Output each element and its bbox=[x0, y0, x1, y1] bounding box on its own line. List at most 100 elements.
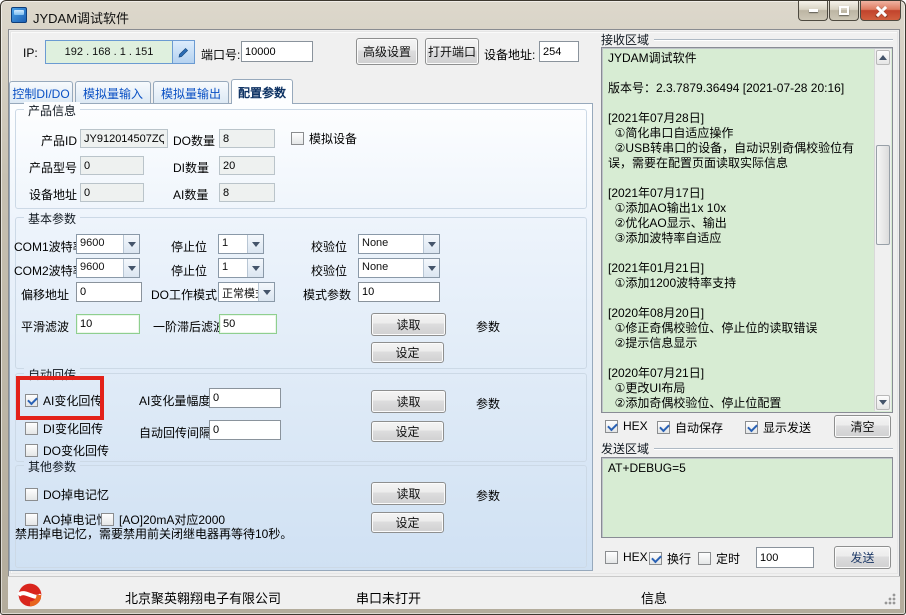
chevron-down-icon[interactable] bbox=[423, 259, 439, 277]
scroll-down-button[interactable] bbox=[876, 395, 890, 410]
highlight-box bbox=[16, 376, 104, 420]
receive-textarea[interactable]: JYDAM调试软件 版本号：2.3.7879.36494 [2021-07-28… bbox=[601, 47, 893, 413]
tab-analog-output[interactable]: 模拟量输出 bbox=[153, 81, 229, 104]
memory-hint-text: 禁用掉电记忆，需要禁用前关闭继电器再等待10秒。 bbox=[15, 525, 292, 542]
checkbox-box bbox=[657, 421, 670, 434]
scroll-up-button[interactable] bbox=[876, 50, 890, 65]
close-icon bbox=[875, 5, 887, 17]
open-port-button[interactable]: 打开端口 bbox=[425, 38, 479, 65]
basic-params-word: 参数 bbox=[476, 318, 500, 335]
stop-bit2-select[interactable]: 1 bbox=[218, 258, 264, 278]
smooth-filter-label: 平滑滤波 bbox=[21, 318, 69, 335]
checkbox-box bbox=[605, 420, 618, 433]
parity1-select[interactable]: None bbox=[358, 234, 440, 254]
do-mode-select[interactable]: 正常模式 bbox=[218, 282, 275, 302]
lag-filter-input[interactable] bbox=[219, 314, 277, 334]
model-input[interactable] bbox=[80, 156, 144, 175]
ai-count-label: AI数量 bbox=[173, 186, 208, 203]
smooth-filter-input[interactable] bbox=[76, 314, 140, 334]
stop-bit1-select[interactable]: 1 bbox=[218, 234, 264, 254]
auto-report-params-word: 参数 bbox=[476, 395, 500, 412]
basic-read-button[interactable]: 读取 bbox=[371, 313, 446, 336]
tab-analog-input[interactable]: 模拟量输入 bbox=[75, 81, 151, 104]
send-hex-checkbox[interactable]: HEX bbox=[605, 550, 648, 564]
tab-control-dido[interactable]: 控制DI/DO bbox=[9, 81, 73, 104]
stop-bit2-label: 停止位 bbox=[171, 262, 207, 279]
com1-baud-label: COM1波特率 bbox=[14, 238, 85, 255]
do-memory-checkbox[interactable]: DO掉电记忆 bbox=[25, 486, 109, 503]
other-set-button[interactable]: 设定 bbox=[371, 512, 444, 533]
maximize-button[interactable] bbox=[829, 1, 859, 21]
send-button[interactable]: 发送 bbox=[834, 546, 891, 569]
product-id-input[interactable] bbox=[80, 129, 168, 148]
parity2-select[interactable]: None bbox=[358, 258, 440, 278]
analog-device-checkbox[interactable]: 模拟设备 bbox=[291, 130, 357, 147]
app-icon[interactable] bbox=[11, 7, 27, 23]
titlebar[interactable]: JYDAM调试软件 bbox=[1, 1, 906, 29]
ip-value[interactable]: 192 . 168 . 1 . 151 bbox=[46, 41, 172, 63]
chevron-down-icon[interactable] bbox=[123, 259, 139, 277]
mode-param-input[interactable] bbox=[358, 282, 440, 302]
timer-interval-input[interactable] bbox=[756, 547, 814, 568]
device-address-input[interactable] bbox=[539, 41, 579, 62]
other-params-word: 参数 bbox=[476, 487, 500, 504]
parity2-label: 校验位 bbox=[311, 262, 347, 279]
ai-delta-input[interactable] bbox=[209, 388, 281, 408]
close-button[interactable] bbox=[860, 1, 901, 21]
auto-report-read-button[interactable]: 读取 bbox=[371, 390, 446, 413]
receive-scrollbar[interactable] bbox=[874, 49, 891, 411]
checkbox-box bbox=[745, 421, 758, 434]
chevron-down-icon[interactable] bbox=[123, 235, 139, 253]
ip-edit-button[interactable] bbox=[172, 41, 194, 63]
stop-bit1-label: 停止位 bbox=[171, 238, 207, 255]
parity1-label: 校验位 bbox=[311, 238, 347, 255]
app-window: JYDAM调试软件 IP: 192 . 168 . 1 . 151 端口号: 高… bbox=[0, 0, 906, 615]
advanced-settings-button[interactable]: 高级设置 bbox=[356, 38, 418, 65]
ip-label: IP: bbox=[23, 46, 38, 60]
chevron-down-icon[interactable] bbox=[258, 283, 274, 301]
minimize-icon bbox=[809, 9, 818, 12]
show-send-checkbox[interactable]: 显示发送 bbox=[745, 419, 811, 436]
device-addr-input[interactable] bbox=[80, 183, 144, 202]
checkbox-box bbox=[25, 422, 38, 435]
com2-baud-select[interactable]: 9600 bbox=[76, 258, 140, 278]
tab-config-params[interactable]: 配置参数 bbox=[231, 79, 293, 104]
port-input[interactable] bbox=[241, 41, 313, 62]
do-count-input[interactable] bbox=[219, 129, 275, 148]
report-interval-input[interactable] bbox=[209, 420, 281, 440]
timer-checkbox[interactable]: 定时 bbox=[698, 550, 740, 567]
checkbox-box bbox=[605, 551, 618, 564]
maximize-icon bbox=[839, 6, 849, 15]
receive-hex-checkbox[interactable]: HEX bbox=[605, 419, 648, 433]
clear-button[interactable]: 清空 bbox=[834, 415, 891, 438]
checkbox-box bbox=[698, 552, 711, 565]
auto-report-set-button[interactable]: 设定 bbox=[371, 421, 444, 442]
chevron-down-icon[interactable] bbox=[247, 235, 263, 253]
chevron-down-icon[interactable] bbox=[247, 259, 263, 277]
resize-grip[interactable] bbox=[883, 592, 896, 605]
device-address-label: 设备地址: bbox=[484, 46, 535, 63]
offset-input[interactable] bbox=[76, 282, 142, 302]
pencil-icon bbox=[177, 46, 190, 59]
company-name: 北京聚英翱翔电子有限公司 bbox=[125, 588, 281, 607]
ip-field[interactable]: 192 . 168 . 1 . 151 bbox=[45, 40, 195, 64]
other-read-button[interactable]: 读取 bbox=[371, 482, 446, 505]
ai-count-input[interactable] bbox=[219, 183, 275, 202]
newline-checkbox[interactable]: 换行 bbox=[649, 550, 691, 567]
arrow-up-icon bbox=[879, 55, 887, 60]
send-textarea[interactable]: AT+DEBUG=5 bbox=[601, 457, 893, 538]
chevron-down-icon[interactable] bbox=[423, 235, 439, 253]
scrollbar-thumb[interactable] bbox=[876, 145, 890, 245]
ai-delta-label: AI变化量幅度 bbox=[139, 392, 210, 409]
model-label: 产品型号 bbox=[15, 159, 77, 176]
juying-logo bbox=[17, 582, 43, 608]
di-count-input[interactable] bbox=[219, 156, 275, 175]
checkbox-box bbox=[291, 132, 304, 145]
minimize-button[interactable] bbox=[798, 1, 828, 21]
com1-baud-select[interactable]: 9600 bbox=[76, 234, 140, 254]
autosave-checkbox[interactable]: 自动保存 bbox=[657, 419, 723, 436]
port-status-text: 串口未打开 bbox=[356, 588, 421, 607]
basic-set-button[interactable]: 设定 bbox=[371, 342, 444, 363]
di-report-checkbox[interactable]: DI变化回传 bbox=[25, 420, 103, 437]
do-report-checkbox[interactable]: DO变化回传 bbox=[25, 442, 109, 459]
